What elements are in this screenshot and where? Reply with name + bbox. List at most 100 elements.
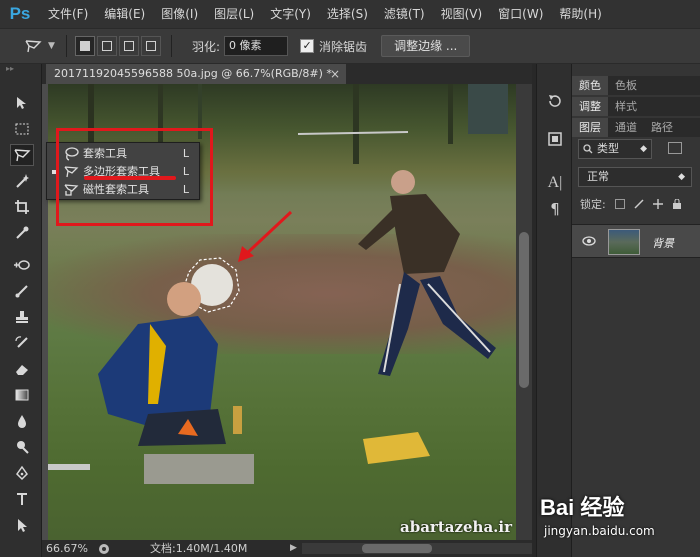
layer-panel-tabs: 图层 通道 路径: [572, 118, 700, 137]
goal-bar: [297, 131, 409, 135]
scrollbar-thumb[interactable]: [519, 232, 529, 388]
lock-label: 锁定:: [580, 198, 606, 211]
color-panel-tabs: 颜色 色板: [572, 76, 700, 95]
history-panel-icon[interactable]: [544, 90, 566, 112]
eye-icon[interactable]: [582, 236, 596, 246]
tab-paths[interactable]: 路径: [644, 118, 680, 137]
annotation-underline: [84, 176, 176, 180]
layer-row[interactable]: 背景: [572, 224, 700, 258]
subtract-selection-icon: [124, 41, 134, 51]
lock-transparent-icon[interactable]: [614, 199, 625, 209]
polygonal-lasso-icon: [14, 149, 31, 162]
eyedropper-tool[interactable]: [10, 222, 34, 244]
subtract-selection-button[interactable]: [119, 36, 139, 56]
lock-move-icon[interactable]: [652, 199, 663, 209]
add-to-selection-button[interactable]: [97, 36, 117, 56]
add-selection-icon: [102, 41, 112, 51]
clone-stamp-tool[interactable]: [10, 306, 34, 328]
dodge-tool[interactable]: [10, 436, 34, 458]
status-menu-icon[interactable]: [98, 543, 110, 555]
tab-channels[interactable]: 通道: [608, 118, 644, 137]
tool-preset-picker[interactable]: [18, 34, 48, 58]
panel-grip-icon[interactable]: ▸▸: [0, 64, 41, 74]
tab-layers[interactable]: 图层: [572, 118, 608, 137]
menu-file[interactable]: 文件(F): [40, 0, 96, 28]
document-title: 20171192045596588 50a.jpg @ 66.7%(RGB/8#…: [54, 67, 332, 80]
menu-image[interactable]: 图像(I): [153, 0, 206, 28]
tab-swatches[interactable]: 色板: [608, 76, 644, 95]
crop-tool[interactable]: [10, 196, 34, 218]
feather-input[interactable]: 0 像素: [224, 36, 289, 56]
canvas-vertical-scrollbar[interactable]: [516, 84, 532, 540]
new-selection-button[interactable]: [75, 36, 95, 56]
healing-brush-icon: [14, 260, 30, 270]
refine-edge-button[interactable]: 调整边缘 ...: [381, 35, 471, 57]
baidu-url: jingyan.baidu.com: [544, 524, 655, 538]
lock-all-icon[interactable]: [672, 198, 682, 209]
zoom-level[interactable]: 66.67%: [46, 540, 88, 557]
site-watermark: abartazeha.ir: [400, 518, 512, 536]
tab-color[interactable]: 颜色: [572, 76, 608, 95]
options-bar: ▼ 羽化: 0 像素 ✓ 消除锯齿 调整边缘 ...: [0, 28, 700, 64]
eraser-tool[interactable]: [10, 358, 34, 380]
blend-mode-select[interactable]: 正常 ◆: [578, 167, 692, 187]
lasso-tool[interactable]: [10, 144, 34, 166]
menu-filter[interactable]: 滤镜(T): [376, 0, 433, 28]
status-arrow-icon[interactable]: ▶: [290, 540, 297, 557]
eraser-icon: [16, 365, 28, 375]
magic-wand-tool[interactable]: [10, 170, 34, 192]
tree-trunk: [353, 84, 359, 164]
antialias-checkbox[interactable]: ✓: [300, 39, 315, 53]
tab-styles[interactable]: 样式: [608, 97, 644, 116]
menu-type[interactable]: 文字(Y): [262, 0, 319, 28]
tree-trunk: [448, 84, 453, 144]
close-icon[interactable]: ×: [330, 64, 340, 84]
brush-icon: [15, 285, 28, 298]
menu-edit[interactable]: 编辑(E): [96, 0, 153, 28]
gradient-tool[interactable]: [10, 384, 34, 406]
kicking-man: [358, 170, 496, 376]
document-tab[interactable]: 20171192045596588 50a.jpg @ 66.7%(RGB/8#…: [46, 64, 346, 84]
history-brush-tool[interactable]: [10, 332, 34, 354]
paragraph-panel-icon[interactable]: ¶: [544, 198, 566, 220]
eyedropper-icon: [16, 226, 29, 239]
move-tool[interactable]: [10, 92, 34, 114]
healing-brush-tool[interactable]: [10, 254, 34, 276]
layer-name: 背景: [652, 237, 674, 250]
path-selection-tool[interactable]: [10, 514, 34, 536]
pen-icon: [16, 465, 28, 481]
layer-filter-select[interactable]: 类型 ◆: [578, 139, 652, 159]
divider: [66, 35, 67, 57]
menu-help[interactable]: 帮助(H): [551, 0, 609, 28]
gradient-icon: [15, 389, 29, 401]
menu-view[interactable]: 视图(V): [433, 0, 491, 28]
crop-icon: [15, 200, 29, 214]
scrollbar-thumb[interactable]: [362, 544, 432, 553]
brush-tool[interactable]: [10, 280, 34, 302]
canvas-horizontal-scrollbar[interactable]: [302, 543, 532, 554]
lock-brush-icon[interactable]: [634, 199, 644, 209]
divider: [171, 35, 172, 57]
pen-tool[interactable]: [10, 462, 34, 484]
annotation-arrow: [242, 210, 293, 258]
properties-panel-icon[interactable]: [544, 128, 566, 150]
blur-tool[interactable]: [10, 410, 34, 432]
menu-window[interactable]: 窗口(W): [490, 0, 551, 28]
type-tool[interactable]: [10, 488, 34, 510]
tab-adjustments[interactable]: 调整: [572, 97, 608, 116]
feather-label: 羽化:: [192, 39, 221, 54]
character-panel-icon[interactable]: A|: [544, 172, 566, 194]
blur-drop-icon: [18, 415, 26, 428]
image-filter-icon[interactable]: [668, 142, 682, 154]
right-panels: 颜色 色板 调整 样式 图层 通道 路径 类型 ◆ 正常 ◆ 锁定: 背景: [572, 64, 700, 557]
menu-select[interactable]: 选择(S): [319, 0, 376, 28]
marquee-tool[interactable]: [10, 118, 34, 140]
chevron-down-icon[interactable]: ▼: [48, 41, 58, 51]
polygonal-lasso-icon: [25, 40, 42, 53]
adjust-panel-tabs: 调整 样式: [572, 97, 700, 116]
history-brush-icon: [15, 336, 28, 348]
menu-layer[interactable]: 图层(L): [206, 0, 262, 28]
intersect-selection-button[interactable]: [141, 36, 161, 56]
new-selection-icon: [80, 41, 90, 51]
baidu-watermark: Bai 经验 jingyan.baidu.com: [540, 490, 700, 550]
